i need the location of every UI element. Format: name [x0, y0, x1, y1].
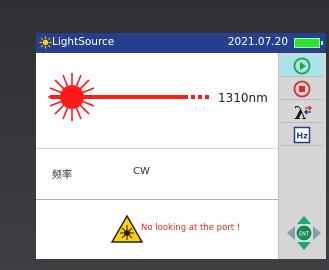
frequency-button[interactable]: Hz [281, 124, 323, 146]
wavelength-label: 1310nm [218, 91, 268, 105]
wavelength-button[interactable]: λ [281, 101, 323, 123]
warning-panel: No looking at the port ! [36, 200, 278, 259]
ent-label: ENT [299, 232, 310, 238]
laser-warning-icon [110, 214, 144, 243]
app-title: LightSource [52, 36, 115, 48]
navigation-pad-icon[interactable]: ENT [286, 215, 322, 251]
frequency-row: 频率 CW [36, 149, 278, 200]
warning-text: No looking at the port ! [141, 223, 241, 233]
device-screen: LightSource 2021.07.20 1310nm 频率 CW No l… [36, 33, 326, 259]
sidebar: λ Hz ENT [278, 53, 326, 259]
title-bar: LightSource 2021.07.20 [36, 33, 326, 53]
main-panel: 1310nm 频率 CW No looking at the port ! [36, 53, 278, 259]
lambda-icon: λ [294, 103, 312, 122]
play-icon [293, 57, 311, 74]
date-display: 2021.07.20 [227, 36, 288, 48]
frequency-value: CW [133, 166, 150, 177]
hz-label: Hz [296, 131, 308, 140]
stop-button[interactable] [281, 78, 323, 100]
battery-icon [294, 38, 323, 48]
stop-icon [293, 80, 311, 97]
start-button[interactable] [281, 55, 323, 77]
laser-sun-icon [39, 36, 52, 49]
frequency-label: 频率 [52, 170, 72, 181]
laser-display: 1310nm [36, 53, 278, 149]
hz-icon: Hz [293, 126, 311, 143]
